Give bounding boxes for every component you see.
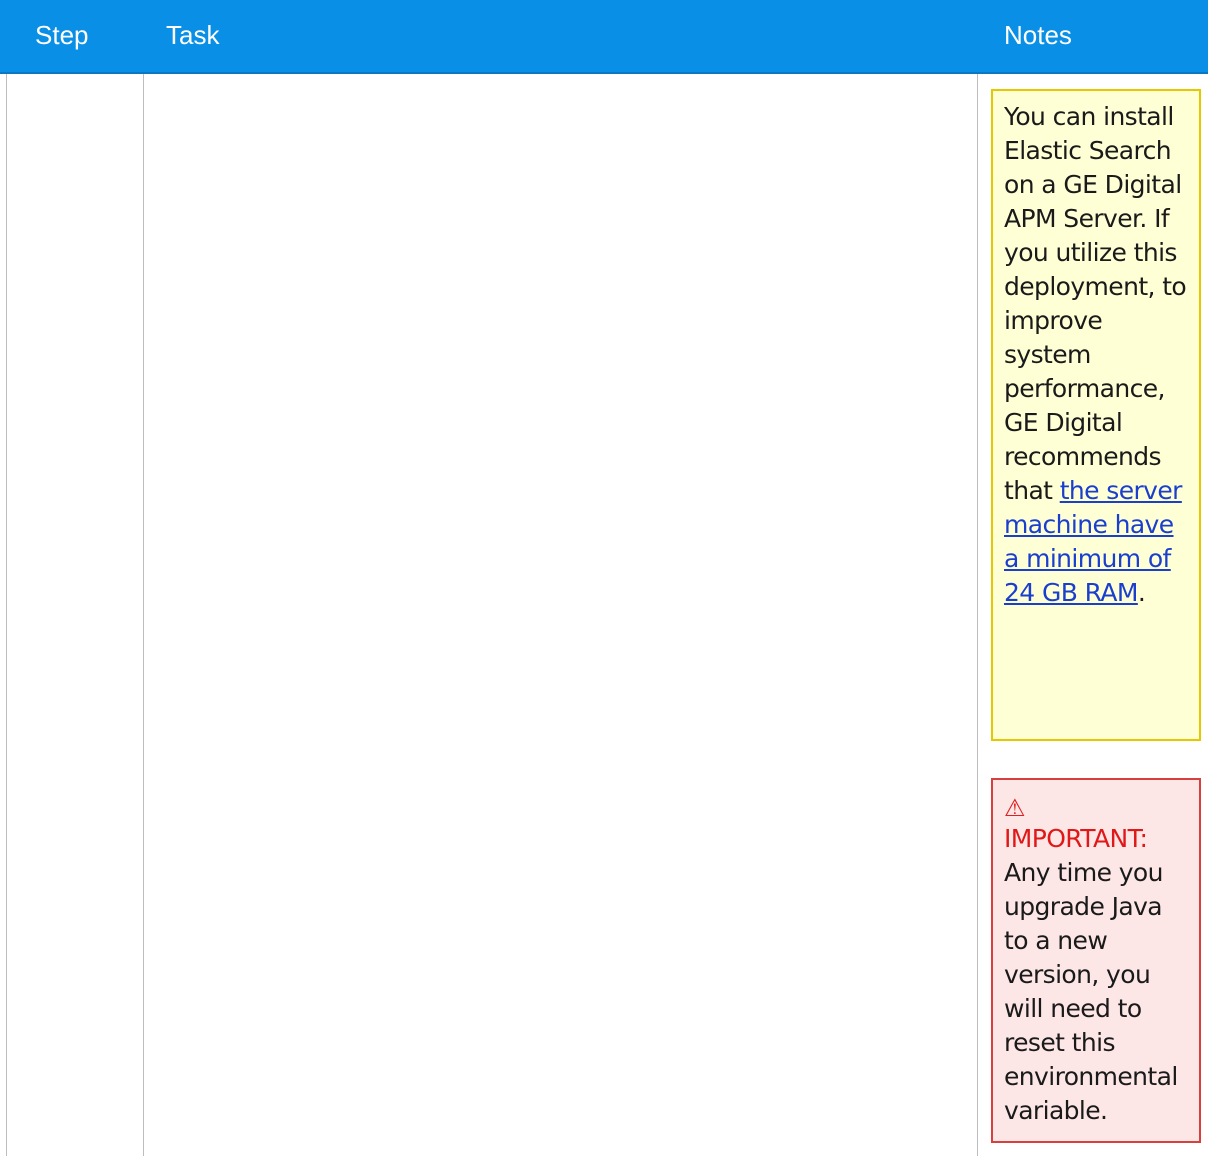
info-note: You can install Elastic Search on a GE D… bbox=[991, 89, 1201, 741]
info-note-text-before: You can install Elastic Search on a GE D… bbox=[1004, 102, 1187, 505]
warning-icon: ⚠ bbox=[1004, 794, 1026, 822]
header-notes: Notes bbox=[1004, 20, 1072, 50]
column-divider-task bbox=[977, 74, 978, 1156]
header-task: Task bbox=[166, 20, 220, 50]
header-step: Step bbox=[35, 20, 89, 50]
table-border-left bbox=[6, 74, 7, 1156]
important-note: ⚠ IMPORTANT: Any time you upgrade Java t… bbox=[991, 778, 1201, 1143]
info-note-text-after: . bbox=[1137, 578, 1146, 607]
column-divider-step bbox=[143, 74, 144, 1156]
important-note-text: Any time you upgrade Java to a new versi… bbox=[1004, 858, 1178, 1125]
important-label: IMPORTANT: bbox=[1004, 824, 1148, 853]
table-header: Step Task Notes bbox=[0, 0, 1208, 74]
steps-table: Step Task Notes You can install Elastic … bbox=[0, 0, 1208, 1156]
info-note-text: You can install Elastic Search on a GE D… bbox=[1004, 100, 1189, 610]
